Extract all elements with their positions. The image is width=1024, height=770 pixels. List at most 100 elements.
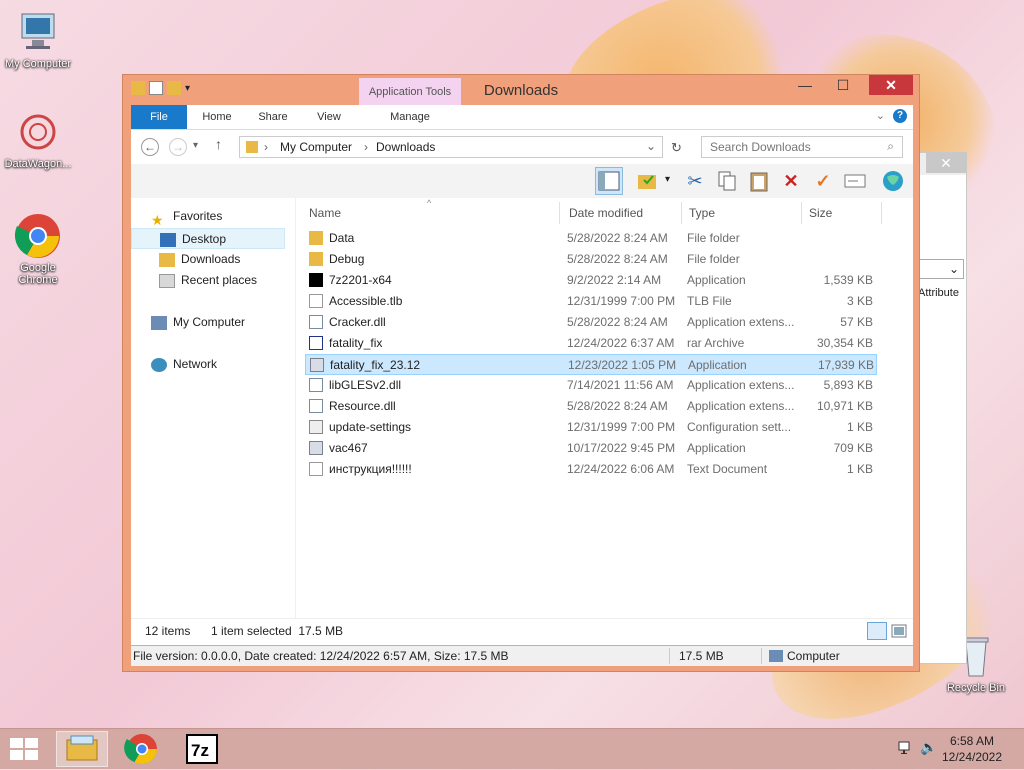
file-list: ^ Name Date modified Type Size Data 5/28/… bbox=[303, 198, 911, 618]
tab-file[interactable]: File bbox=[131, 105, 187, 129]
file-row[interactable]: libGLESv2.dll 7/14/2021 11:56 AM Applicati… bbox=[305, 375, 877, 396]
content-area: ★ Favorites Desktop Downloads Recent plac… bbox=[131, 198, 913, 618]
file-name: fatality_fix_23.12 bbox=[330, 358, 421, 372]
file-size: 5,893 KB bbox=[823, 378, 873, 392]
close-button[interactable]: ✕ bbox=[869, 75, 913, 95]
desktop-icon-my-computer[interactable]: My Computer bbox=[0, 8, 76, 70]
clock[interactable]: 6:58 AM 12/24/2022 bbox=[932, 733, 1012, 765]
dll-icon bbox=[309, 378, 323, 392]
address-bar[interactable]: › My Computer › Downloads ⌄ bbox=[239, 136, 663, 158]
help-icon[interactable]: ? bbox=[893, 109, 907, 123]
computer-icon bbox=[151, 315, 167, 330]
downloads-folder-icon bbox=[159, 252, 175, 267]
recent-locations-icon[interactable]: ▾ bbox=[193, 140, 198, 151]
file-date: 5/28/2022 8:24 AM bbox=[567, 252, 668, 266]
column-header-size[interactable]: Size bbox=[809, 206, 832, 220]
file-row[interactable]: Data 5/28/2022 8:24 AM File folder bbox=[305, 228, 877, 249]
file-row[interactable]: 7z2201-x64 9/2/2022 2:14 AM Application 1,5… bbox=[305, 270, 877, 291]
desktop-icon-google-chrome[interactable]: Google Chrome bbox=[0, 212, 76, 286]
file-date: 5/28/2022 8:24 AM bbox=[567, 231, 668, 245]
chevron-down-icon[interactable]: ▾ bbox=[665, 174, 670, 185]
start-button[interactable] bbox=[10, 738, 38, 760]
file-date: 12/24/2022 6:37 AM bbox=[567, 336, 675, 350]
taskbar-chrome[interactable] bbox=[116, 731, 168, 767]
large-icons-view-icon[interactable] bbox=[891, 622, 909, 640]
chevron-right-icon: › bbox=[364, 140, 368, 154]
nav-item-downloads[interactable]: Downloads bbox=[159, 249, 240, 270]
chrome-icon bbox=[14, 212, 62, 260]
column-header-date[interactable]: Date modified bbox=[569, 206, 643, 220]
details-view-icon[interactable] bbox=[867, 622, 887, 640]
tab-manage[interactable]: Manage bbox=[359, 105, 461, 129]
file-icon bbox=[309, 294, 323, 308]
file-size: 30,354 KB bbox=[816, 336, 873, 350]
cut-icon[interactable]: ✂ bbox=[681, 167, 709, 195]
copy-icon[interactable] bbox=[713, 167, 741, 195]
file-row[interactable]: vac467 10/17/2022 9:45 PM Application 709 K… bbox=[305, 438, 877, 459]
taskbar-7zip[interactable]: 7z bbox=[176, 731, 228, 767]
file-type: Application extens... bbox=[687, 315, 795, 329]
rename-icon[interactable] bbox=[841, 167, 869, 195]
file-row[interactable]: Accessible.tlb 12/31/1999 7:00 PM TLB File… bbox=[305, 291, 877, 312]
tab-home[interactable]: Home bbox=[193, 105, 241, 129]
refresh-icon[interactable]: ↻ bbox=[671, 140, 682, 156]
background-window[interactable]: ✕ ⌄ Attribute bbox=[918, 152, 967, 664]
7zip-icon bbox=[309, 273, 323, 287]
explorer-window[interactable]: ▾ Application Tools Downloads — ☐ ✕ File… bbox=[122, 74, 920, 672]
paste-icon[interactable] bbox=[745, 167, 773, 195]
exe-icon bbox=[309, 441, 323, 455]
search-input[interactable]: Search Downloads ⌕ bbox=[701, 136, 903, 158]
preview-pane-icon[interactable] bbox=[595, 167, 623, 195]
file-row[interactable]: Resource.dll 5/28/2022 8:24 AM Application… bbox=[305, 396, 877, 417]
delete-icon[interactable]: ✕ bbox=[777, 167, 805, 195]
chevron-down-icon[interactable]: ⌄ bbox=[646, 139, 656, 153]
folder-options-icon[interactable] bbox=[633, 167, 661, 195]
breadcrumb-downloads[interactable]: Downloads bbox=[376, 140, 435, 154]
file-row[interactable]: Cracker.dll 5/28/2022 8:24 AM Application … bbox=[305, 312, 877, 333]
file-type: Application extens... bbox=[687, 399, 795, 413]
file-row[interactable]: fatality_fix_23.12 12/23/2022 1:05 PM Appl… bbox=[305, 354, 877, 375]
datawagon-icon bbox=[14, 108, 62, 156]
file-date: 12/24/2022 6:06 AM bbox=[567, 462, 675, 476]
nav-item-network[interactable]: Network bbox=[151, 354, 217, 375]
nav-item-my-computer[interactable]: My Computer bbox=[151, 312, 245, 333]
tab-share[interactable]: Share bbox=[249, 105, 297, 129]
minimize-button[interactable]: — bbox=[791, 75, 819, 95]
maximize-button[interactable]: ☐ bbox=[829, 75, 857, 95]
network-tray-icon[interactable] bbox=[898, 741, 914, 755]
globe-icon[interactable] bbox=[879, 167, 907, 195]
title-bar[interactable]: ▾ Application Tools Downloads — ☐ ✕ bbox=[123, 75, 919, 106]
file-size: 3 KB bbox=[846, 294, 873, 308]
file-row[interactable]: fatality_fix 12/24/2022 6:37 AM rar Archiv… bbox=[305, 333, 877, 354]
close-icon[interactable]: ✕ bbox=[926, 153, 966, 173]
file-type: Configuration sett... bbox=[687, 420, 792, 434]
taskbar-file-explorer[interactable] bbox=[56, 731, 108, 767]
details-bar: File version: 0.0.0.0, Date created: 12/… bbox=[131, 646, 913, 666]
svg-text:7z: 7z bbox=[191, 741, 209, 760]
nav-item-favorites[interactable]: ★ Favorites bbox=[151, 206, 222, 228]
nav-item-desktop[interactable]: Desktop bbox=[131, 228, 285, 249]
column-header-type[interactable]: Type bbox=[689, 206, 715, 220]
file-type: rar Archive bbox=[687, 336, 745, 350]
file-date: 12/23/2022 1:05 PM bbox=[568, 358, 677, 372]
archive-icon bbox=[309, 336, 323, 350]
recent-places-icon bbox=[159, 273, 175, 288]
chevron-down-icon[interactable]: ⌄ bbox=[918, 259, 964, 279]
file-row[interactable]: инструкция!!!!!! 12/24/2022 6:06 AM Text D… bbox=[305, 459, 877, 480]
nav-item-recent-places[interactable]: Recent places bbox=[159, 270, 257, 291]
file-details-text: File version: 0.0.0.0, Date created: 12/… bbox=[133, 649, 509, 663]
desktop-icon bbox=[160, 232, 176, 247]
tab-view[interactable]: View bbox=[307, 105, 351, 129]
desktop-icon-datawagon[interactable]: DataWagon... bbox=[0, 108, 76, 170]
breadcrumb-my-computer[interactable]: My Computer bbox=[280, 140, 352, 154]
forward-button[interactable]: → bbox=[169, 138, 187, 156]
clock-date: 12/24/2022 bbox=[941, 750, 1003, 764]
up-button[interactable]: ↑ bbox=[215, 136, 222, 152]
clock-time: 6:58 AM bbox=[949, 734, 995, 748]
check-icon[interactable]: ✓ bbox=[809, 167, 837, 195]
expand-ribbon-icon[interactable]: ⌄ bbox=[876, 109, 885, 122]
column-header-name[interactable]: Name bbox=[309, 206, 341, 220]
back-button[interactable]: ← bbox=[141, 138, 159, 156]
file-row[interactable]: update-settings 12/31/1999 7:00 PM Configu… bbox=[305, 417, 877, 438]
file-row[interactable]: Debug 5/28/2022 8:24 AM File folder bbox=[305, 249, 877, 270]
